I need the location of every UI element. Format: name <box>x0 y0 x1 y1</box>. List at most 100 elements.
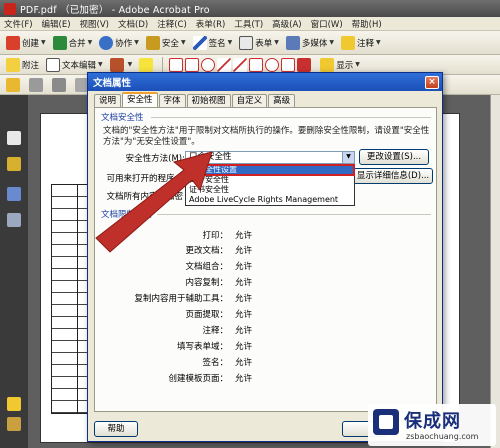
pages-icon[interactable] <box>7 131 21 145</box>
change-settings-button[interactable]: 更改设置(S)... <box>359 149 429 165</box>
security-method-select[interactable]: 口令安全性 ▼ <box>185 151 355 164</box>
menu-document[interactable]: 文档(D) <box>118 18 148 30</box>
secure-button[interactable]: 安全 ▼ <box>145 35 186 50</box>
sticky-note-icon <box>6 57 20 72</box>
restriction-value: 允许 <box>235 262 253 272</box>
sign-label: 签名 <box>208 38 226 49</box>
comment-icon <box>340 35 355 50</box>
show-button[interactable]: 显示 ▼ <box>320 57 360 72</box>
menu-help[interactable]: 帮助(H) <box>352 18 382 30</box>
create-icon <box>6 35 20 50</box>
menubar: 文件(F) 编辑(E) 视图(V) 文档(D) 注释(C) 表单(R) 工具(T… <box>0 17 500 31</box>
callout-icon <box>169 57 184 72</box>
multimedia-button[interactable]: 多媒体 ▼ <box>285 35 334 50</box>
pen-icon <box>192 35 207 50</box>
lock-icon[interactable] <box>7 157 21 171</box>
restrictions-heading: 文档限制小结 <box>101 210 153 220</box>
option-password-security[interactable]: 口令安全性 <box>186 175 354 185</box>
restriction-key: 页面提取： <box>185 310 228 320</box>
show-label: 显示 <box>336 60 354 71</box>
forms-label: 表单 <box>255 38 273 49</box>
restriction-key: 签名： <box>202 358 228 368</box>
chevron-down-icon[interactable]: ▼ <box>342 152 354 163</box>
line-icon <box>233 57 248 72</box>
stamp-button[interactable]: ▼ <box>109 57 132 72</box>
print-button[interactable] <box>29 77 45 92</box>
forms-button[interactable]: 表单 ▼ <box>239 35 279 50</box>
document-properties-dialog: 文档属性 × 说明 安全性 字体 初始视图 自定义 高级 文档安全性 文档的"安… <box>87 72 443 442</box>
restriction-value: 允许 <box>235 374 253 384</box>
restriction-key: 填写表单域： <box>176 342 228 352</box>
menu-edit[interactable]: 编辑(E) <box>42 18 71 30</box>
tab-advanced[interactable]: 高级 <box>268 94 296 107</box>
oval-icon <box>265 57 280 72</box>
menu-window[interactable]: 窗口(W) <box>311 18 343 30</box>
menu-forms[interactable]: 表单(R) <box>196 18 226 30</box>
restriction-key: 注释： <box>202 326 228 336</box>
tab-initial-view[interactable]: 初始视图 <box>186 94 231 107</box>
option-certificate-security[interactable]: 证书安全性 <box>186 185 354 195</box>
comments-icon[interactable] <box>7 397 21 411</box>
watermark-url: zsbaochuang.com <box>406 432 479 441</box>
show-details-button[interactable]: 显示详细信息(D)... <box>353 168 433 184</box>
restriction-key: 文档组合： <box>185 262 228 272</box>
security-description: 文档的"安全性方法"用于限制对文档所执行的操作。要删除安全性限制，请设置"安全性… <box>103 126 430 147</box>
menu-view[interactable]: 视图(V) <box>80 18 109 30</box>
text-edit-label: 文本编辑 <box>62 60 97 71</box>
option-livecycle-rights[interactable]: Adobe LiveCycle Rights Management <box>186 195 354 205</box>
save-button[interactable] <box>52 77 68 92</box>
all-contents-label: 文档所有内容均加密 <box>106 192 183 202</box>
show-icon <box>320 57 335 72</box>
vertical-scrollbar[interactable] <box>490 95 500 448</box>
menu-advanced[interactable]: 高级(A) <box>272 18 301 30</box>
divider <box>151 117 431 118</box>
restriction-value: 允许 <box>235 342 253 352</box>
acrobat-icon <box>4 2 16 15</box>
restriction-value: 允许 <box>235 246 253 256</box>
collaborate-icon <box>99 35 114 50</box>
restriction-key: 打印： <box>202 231 228 241</box>
text-edit-button[interactable]: 文本编辑 ▼ <box>46 57 103 72</box>
help-button[interactable]: 帮助 <box>94 421 138 437</box>
dialog-title: 文档属性 <box>93 78 132 89</box>
comment-button[interactable]: 注释 ▼ <box>340 35 381 50</box>
app-titlebar: PDF.pdf （已加密） - Adobe Acrobat Pro <box>0 0 500 17</box>
create-button[interactable]: 创建 ▼ <box>6 35 46 50</box>
form-icon <box>239 35 254 50</box>
app-title: PDF.pdf （已加密） - Adobe Acrobat Pro <box>20 4 210 16</box>
shape-tools[interactable] <box>169 57 313 72</box>
attachments-icon[interactable] <box>7 417 21 431</box>
tab-fonts[interactable]: 字体 <box>158 94 186 107</box>
combine-button[interactable]: 合并 ▼ <box>52 35 92 50</box>
stamp-icon <box>109 57 124 72</box>
collaborate-button[interactable]: 协作 ▼ <box>99 35 139 50</box>
menu-comments[interactable]: 注释(C) <box>157 18 187 30</box>
signatures-icon[interactable] <box>7 213 21 227</box>
document-security-heading: 文档安全性 <box>101 113 144 123</box>
open-with-label: 可用来打开的程序： <box>106 174 183 184</box>
menu-file[interactable]: 文件(F) <box>4 18 33 30</box>
watermark-brand: 保成网 <box>404 411 461 432</box>
attach-label: 附注 <box>22 60 40 71</box>
watermark: 保成网 zsbaochuang.com <box>368 404 496 446</box>
highlight-button[interactable] <box>139 57 155 72</box>
menu-tools[interactable]: 工具(T) <box>234 18 263 30</box>
close-icon[interactable]: × <box>425 75 439 89</box>
restriction-value: 允许 <box>235 231 253 241</box>
print-icon <box>29 77 43 92</box>
highlight-icon <box>139 57 154 72</box>
tab-custom[interactable]: 自定义 <box>231 94 268 107</box>
pencil-icon <box>297 57 312 72</box>
sign-button[interactable]: 签名 ▼ <box>192 35 232 50</box>
open-button[interactable] <box>6 77 22 92</box>
security-method-label: 安全性方法(M): <box>125 154 185 164</box>
bookmarks-icon[interactable] <box>7 187 21 201</box>
attach-button[interactable]: 附注 <box>6 57 40 72</box>
tab-security[interactable]: 安全性 <box>122 92 158 107</box>
restriction-value: 允许 <box>235 294 253 304</box>
restriction-value: 允许 <box>235 358 253 368</box>
tab-description[interactable]: 说明 <box>94 94 122 107</box>
option-no-security[interactable]: 无安全性设置 <box>185 164 355 176</box>
cloud-icon <box>201 57 216 72</box>
watermark-logo-icon <box>373 409 399 435</box>
